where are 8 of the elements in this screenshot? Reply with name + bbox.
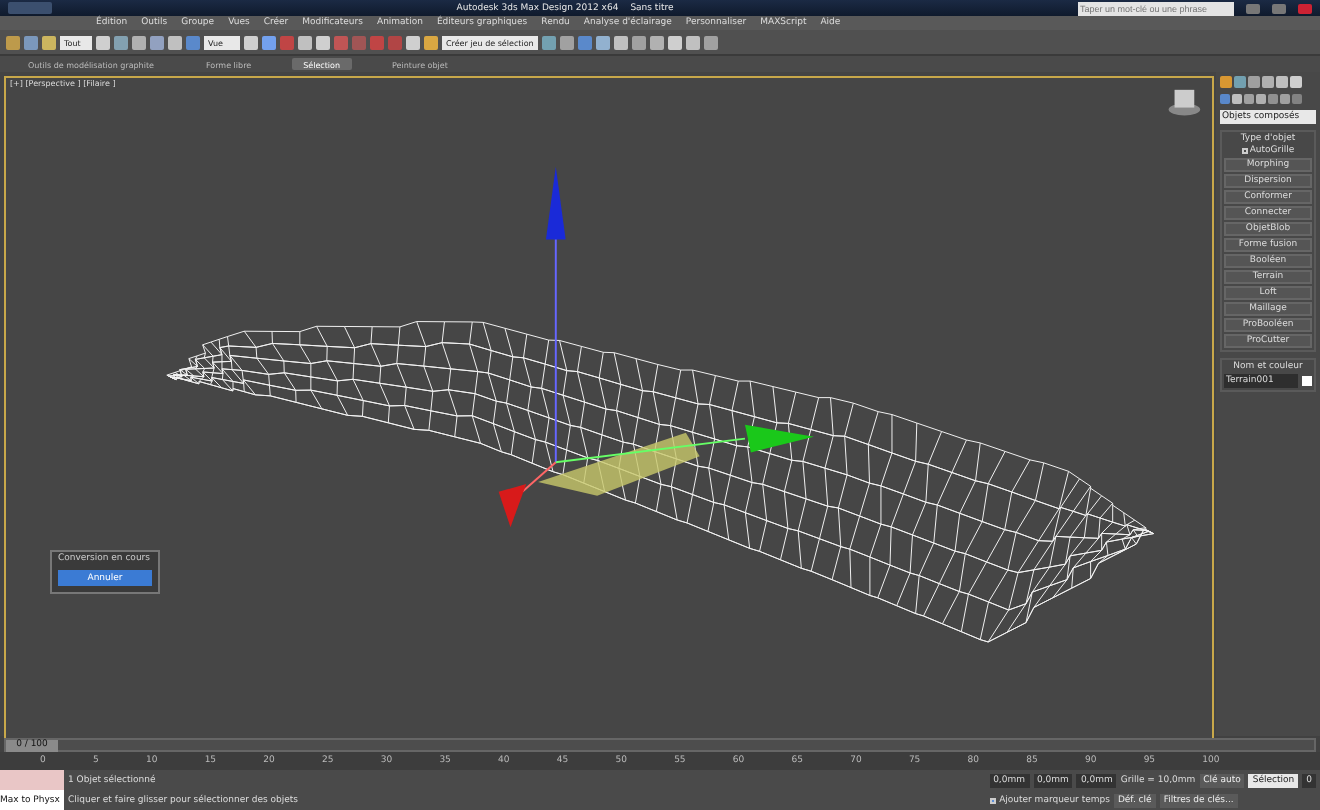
time-tag-icon[interactable]: [989, 797, 996, 803]
viewcube-icon[interactable]: [1168, 89, 1201, 116]
autogrid-checkbox[interactable]: [1241, 148, 1248, 154]
maxscript-listener-field[interactable]: [0, 770, 64, 790]
minimize-icon[interactable]: [1246, 3, 1260, 13]
maximize-icon[interactable]: [1272, 3, 1286, 13]
color-swatch[interactable]: [1302, 376, 1312, 386]
close-icon[interactable]: [1298, 3, 1312, 13]
